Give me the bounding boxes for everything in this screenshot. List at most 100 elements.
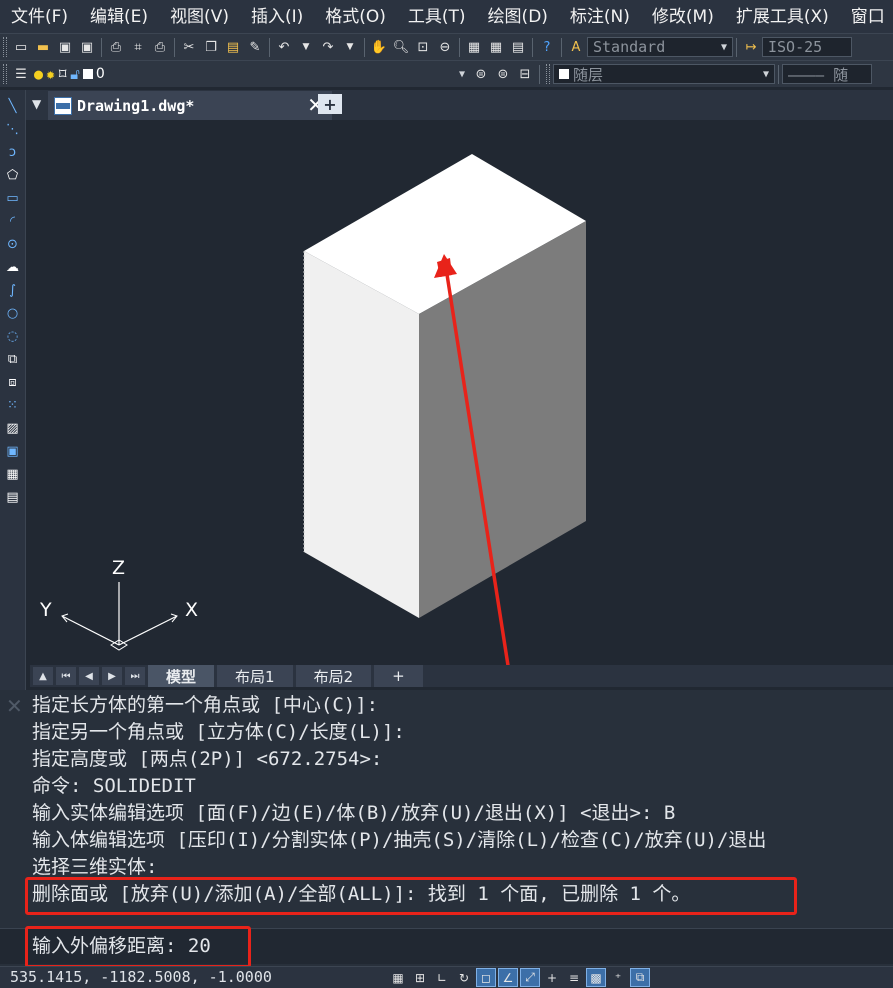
polyline-icon[interactable]: ↄ	[3, 142, 23, 162]
hatch-icon[interactable]: ▨	[3, 418, 23, 438]
arc-icon[interactable]: ◜	[3, 211, 23, 231]
match-properties-icon[interactable]: ✎	[245, 37, 265, 57]
redo-icon[interactable]: ↷	[318, 37, 338, 57]
paste-icon[interactable]: ▤	[223, 37, 243, 57]
layout-tab-bar: ▲ ⏮ ◀ ▶ ⏭ 模型 布局1 布局2 +	[30, 665, 893, 687]
object-snap-tracking-icon[interactable]: ∠	[498, 968, 518, 987]
redo-dropdown-icon[interactable]: ▼	[340, 37, 360, 57]
toolbar-separator	[269, 37, 270, 57]
ortho-icon[interactable]: ∟	[432, 968, 452, 987]
tab-layout1[interactable]: 布局1	[217, 665, 293, 687]
ellipse-arc-icon[interactable]: ◌	[3, 326, 23, 346]
help-icon[interactable]: ?	[537, 37, 557, 57]
design-center-icon[interactable]: ▦	[486, 37, 506, 57]
lock-icon: 🔓︎	[70, 65, 80, 83]
menu-edit[interactable]: 编辑(E)	[79, 0, 159, 34]
snap-icon[interactable]: ⊞	[410, 968, 430, 987]
toolbar-grip[interactable]	[546, 64, 550, 84]
toolbar-grip[interactable]	[3, 64, 7, 84]
print-preview-icon[interactable]: ⌗	[128, 37, 148, 57]
undo-dropdown-icon[interactable]: ▼	[296, 37, 316, 57]
revision-cloud-icon[interactable]: ☁	[3, 257, 23, 277]
menu-draw[interactable]: 绘图(D)	[477, 0, 559, 34]
menu-dimension[interactable]: 标注(N)	[559, 0, 641, 34]
linetype-select[interactable]: ———— 随	[782, 64, 872, 84]
object-snap-icon[interactable]: ◻	[476, 968, 496, 987]
polygon-icon[interactable]: ⬠	[3, 165, 23, 185]
print-icon[interactable]: ⎙	[106, 37, 126, 57]
drawing-viewport[interactable]: Z Y X	[30, 120, 893, 801]
status-toggles: ▦ ⊞ ∟ ↻ ◻ ∠ ⤢ + ≡ ▩ ⁺ ⧉	[388, 968, 652, 987]
layer-previous-icon[interactable]: ⊜	[493, 64, 513, 84]
last-layout-icon[interactable]: ⏭	[125, 667, 145, 685]
text-style-icon[interactable]: A	[566, 37, 586, 57]
tab-model[interactable]: 模型	[148, 665, 215, 687]
properties-icon[interactable]: ▦	[464, 37, 484, 57]
3d-box-solid[interactable]	[303, 154, 586, 618]
construction-line-icon[interactable]: ⋱	[3, 119, 23, 139]
gradient-icon[interactable]: ▣	[3, 441, 23, 461]
previous-layout-icon[interactable]: ◀	[79, 667, 99, 685]
menu-format[interactable]: 格式(O)	[314, 0, 397, 34]
copy-icon[interactable]: ❐	[201, 37, 221, 57]
new-file-icon[interactable]: ▭	[11, 37, 31, 57]
add-layout-tab[interactable]: +	[374, 665, 423, 687]
menu-express-tools[interactable]: 扩展工具(X)	[725, 0, 840, 34]
make-current-layer-icon[interactable]: ⊜	[471, 64, 491, 84]
menu-view[interactable]: 视图(V)	[159, 0, 240, 34]
new-drawing-tab-button[interactable]: +	[318, 94, 342, 114]
tab-layout2[interactable]: 布局2	[295, 665, 372, 687]
menu-file[interactable]: 文件(F)	[0, 0, 79, 34]
multiline-text-icon[interactable]: ▤	[3, 487, 23, 507]
line-icon[interactable]: ╲	[3, 96, 23, 116]
close-icon[interactable]: ✕	[6, 694, 23, 718]
next-layout-icon[interactable]: ▶	[102, 667, 122, 685]
menu-modify[interactable]: 修改(M)	[641, 0, 725, 34]
dim-style-select[interactable]: ISO-25	[762, 37, 852, 57]
open-folder-icon[interactable]: ▬	[33, 37, 53, 57]
save-as-icon[interactable]: ▣	[77, 37, 97, 57]
history-line: 输入体编辑选项 [压印(I)/分割实体(P)/抽壳(S)/清除(L)/检查(C)…	[32, 829, 767, 851]
table-icon[interactable]: ▦	[3, 464, 23, 484]
rectangle-icon[interactable]: ▭	[3, 188, 23, 208]
ellipse-icon[interactable]: ○	[3, 303, 23, 323]
layout-scroll-up-icon[interactable]: ▲	[33, 667, 53, 685]
dim-style-icon[interactable]: ↦	[741, 37, 761, 57]
transparency-icon[interactable]: ▩	[586, 968, 606, 987]
layer-select[interactable]: ● ✹ ⌑ 🔓︎ 0 ▼	[32, 64, 470, 84]
undo-icon[interactable]: ↶	[274, 37, 294, 57]
text-style-select[interactable]: Standard ▼	[587, 37, 733, 57]
publish-icon[interactable]: ⎙	[150, 37, 170, 57]
pan-icon[interactable]: ✋	[369, 37, 389, 57]
spline-icon[interactable]: ∫	[3, 280, 23, 300]
dynamic-input-icon[interactable]: +	[542, 968, 562, 987]
annotation-monitor-icon[interactable]: ⧉	[630, 968, 650, 987]
point-icon[interactable]: ⁙	[3, 395, 23, 415]
grid-icon[interactable]: ▦	[388, 968, 408, 987]
menu-window[interactable]: 窗口	[840, 0, 893, 34]
file-tabs-menu-icon[interactable]: ▼	[32, 97, 41, 111]
toolbar-grip[interactable]	[3, 37, 7, 57]
document-tab[interactable]: Drawing1.dwg* ✕	[48, 91, 332, 120]
first-layout-icon[interactable]: ⏮	[56, 667, 76, 685]
layer-states-icon[interactable]: ⊟	[515, 64, 535, 84]
selection-cycling-icon[interactable]: ⁺	[608, 968, 628, 987]
cut-icon[interactable]: ✂	[179, 37, 199, 57]
save-icon[interactable]: ▣	[55, 37, 75, 57]
make-block-icon[interactable]: ⧈	[3, 372, 23, 392]
zoom-realtime-icon[interactable]: 🔍︎	[391, 37, 411, 57]
tool-palettes-icon[interactable]: ▤	[508, 37, 528, 57]
layer-manager-icon[interactable]: ☰	[11, 64, 31, 84]
menu-insert[interactable]: 插入(I)	[240, 0, 314, 34]
document-title: Drawing1.dwg*	[77, 96, 195, 115]
zoom-window-icon[interactable]: ⊡	[413, 37, 433, 57]
color-select[interactable]: 随层 ▼	[553, 64, 775, 84]
zoom-previous-icon[interactable]: ⊖	[435, 37, 455, 57]
menu-tools[interactable]: 工具(T)	[397, 0, 477, 34]
polar-icon[interactable]: ↻	[454, 968, 474, 987]
lineweight-icon[interactable]: ≡	[564, 968, 584, 987]
insert-block-icon[interactable]: ⧉	[3, 349, 23, 369]
circle-icon[interactable]: ⊙	[3, 234, 23, 254]
dynamic-ucs-icon[interactable]: ⤢	[520, 968, 540, 987]
history-line: 指定长方体的第一个角点或 [中心(C)]:	[32, 694, 379, 716]
